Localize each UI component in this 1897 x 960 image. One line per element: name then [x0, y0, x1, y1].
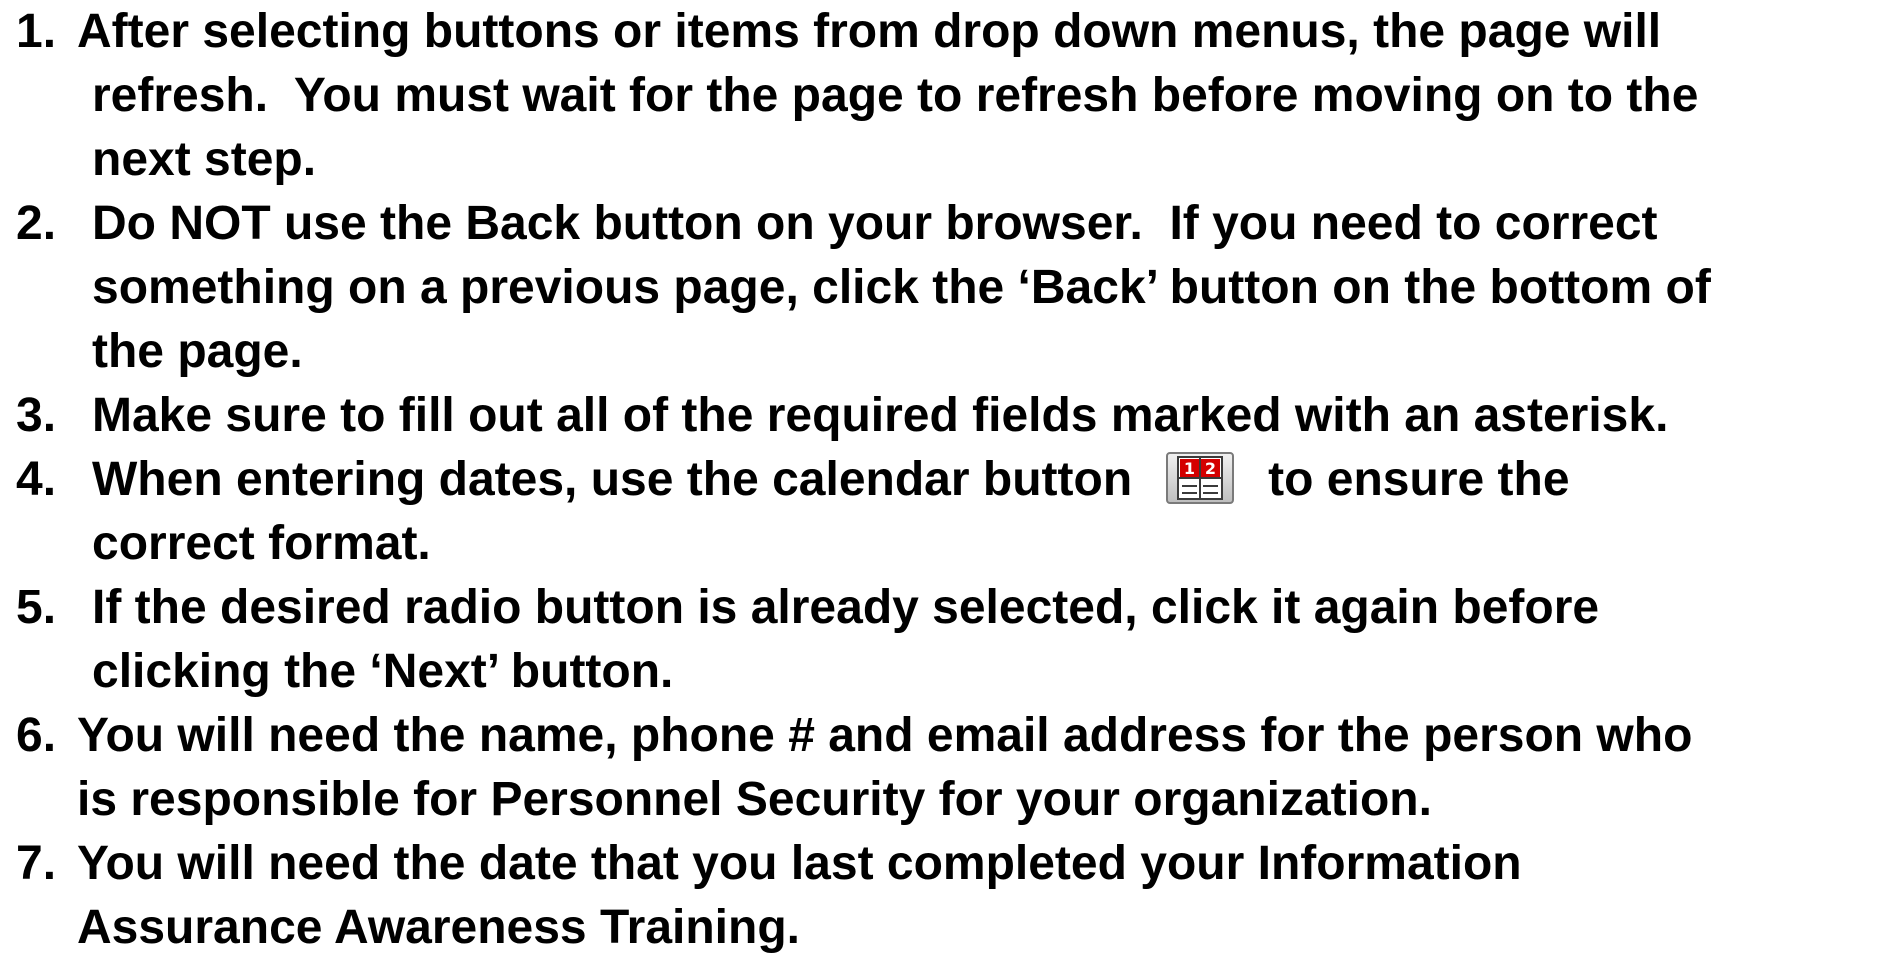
- instruction-text-7: You will need the date that you last com…: [77, 832, 1897, 960]
- instruction-4-line-2: correct format.: [92, 517, 431, 570]
- instruction-5-line-2: clicking the ‘Next’ button.: [92, 645, 674, 698]
- instruction-1-line-1: After selecting buttons or items from dr…: [77, 5, 1662, 58]
- instruction-item-4: 4. When entering dates, use the calendar…: [0, 448, 1897, 576]
- instruction-4-before-icon: When entering dates, use the calendar bu…: [92, 453, 1133, 506]
- instruction-1-line-2: refresh. You must wait for the page to r…: [92, 69, 1699, 122]
- instruction-text-5: If the desired radio button is already s…: [92, 576, 1897, 704]
- instruction-text-2: Do NOT use the Back button on your brows…: [92, 192, 1897, 384]
- instruction-number-2: 2.: [16, 197, 57, 250]
- calendar-icon: 1 2: [1166, 452, 1235, 505]
- instruction-text-4: When entering dates, use the calendar bu…: [92, 448, 1897, 576]
- svg-text:2: 2: [1205, 459, 1216, 478]
- instruction-text-1: After selecting buttons or items from dr…: [77, 0, 1897, 192]
- instruction-6-line-2: is responsible for Personnel Security fo…: [77, 773, 1432, 826]
- instruction-item-2: 2. Do NOT use the Back button on your br…: [0, 192, 1897, 384]
- instruction-item-6: 6. You will need the name, phone # and e…: [0, 704, 1897, 832]
- instruction-1-line-3: next step.: [92, 133, 317, 186]
- instruction-number-1: 1.: [16, 5, 57, 58]
- instruction-2-line-2: something on a previous page, click the …: [92, 261, 1711, 314]
- instruction-4-after-icon: to ensure the: [1268, 453, 1570, 506]
- svg-text:1: 1: [1184, 459, 1195, 478]
- instruction-text-6: You will need the name, phone # and emai…: [77, 704, 1897, 832]
- instruction-item-7: 7. You will need the date that you last …: [0, 832, 1897, 960]
- instruction-7-line-1: You will need the date that you last com…: [77, 837, 1522, 890]
- instruction-number-6: 6.: [16, 709, 57, 762]
- instruction-item-1: 1. After selecting buttons or items from…: [0, 0, 1897, 192]
- instructions-list: 1. After selecting buttons or items from…: [0, 0, 1897, 954]
- instruction-number-3: 3.: [16, 389, 57, 442]
- instruction-7-line-2: Assurance Awareness Training.: [77, 901, 800, 954]
- instruction-6-line-1: You will need the name, phone # and emai…: [77, 709, 1693, 762]
- instruction-number-4: 4.: [16, 453, 57, 506]
- instruction-3-line-1: Make sure to fill out all of the require…: [92, 389, 1669, 442]
- instruction-item-5: 5. If the desired radio button is alread…: [0, 576, 1897, 704]
- instruction-5-line-1: If the desired radio button is already s…: [92, 581, 1600, 634]
- instruction-number-7: 7.: [16, 837, 57, 890]
- instruction-2-line-3: the page.: [92, 325, 303, 378]
- instruction-4-line-1: When entering dates, use the calendar bu…: [92, 448, 1897, 512]
- instruction-2-line-1: Do NOT use the Back button on your brows…: [92, 197, 1658, 250]
- instruction-text-3: Make sure to fill out all of the require…: [92, 384, 1897, 448]
- instruction-number-5: 5.: [16, 581, 57, 634]
- instruction-item-3: 3. Make sure to fill out all of the requ…: [0, 384, 1897, 448]
